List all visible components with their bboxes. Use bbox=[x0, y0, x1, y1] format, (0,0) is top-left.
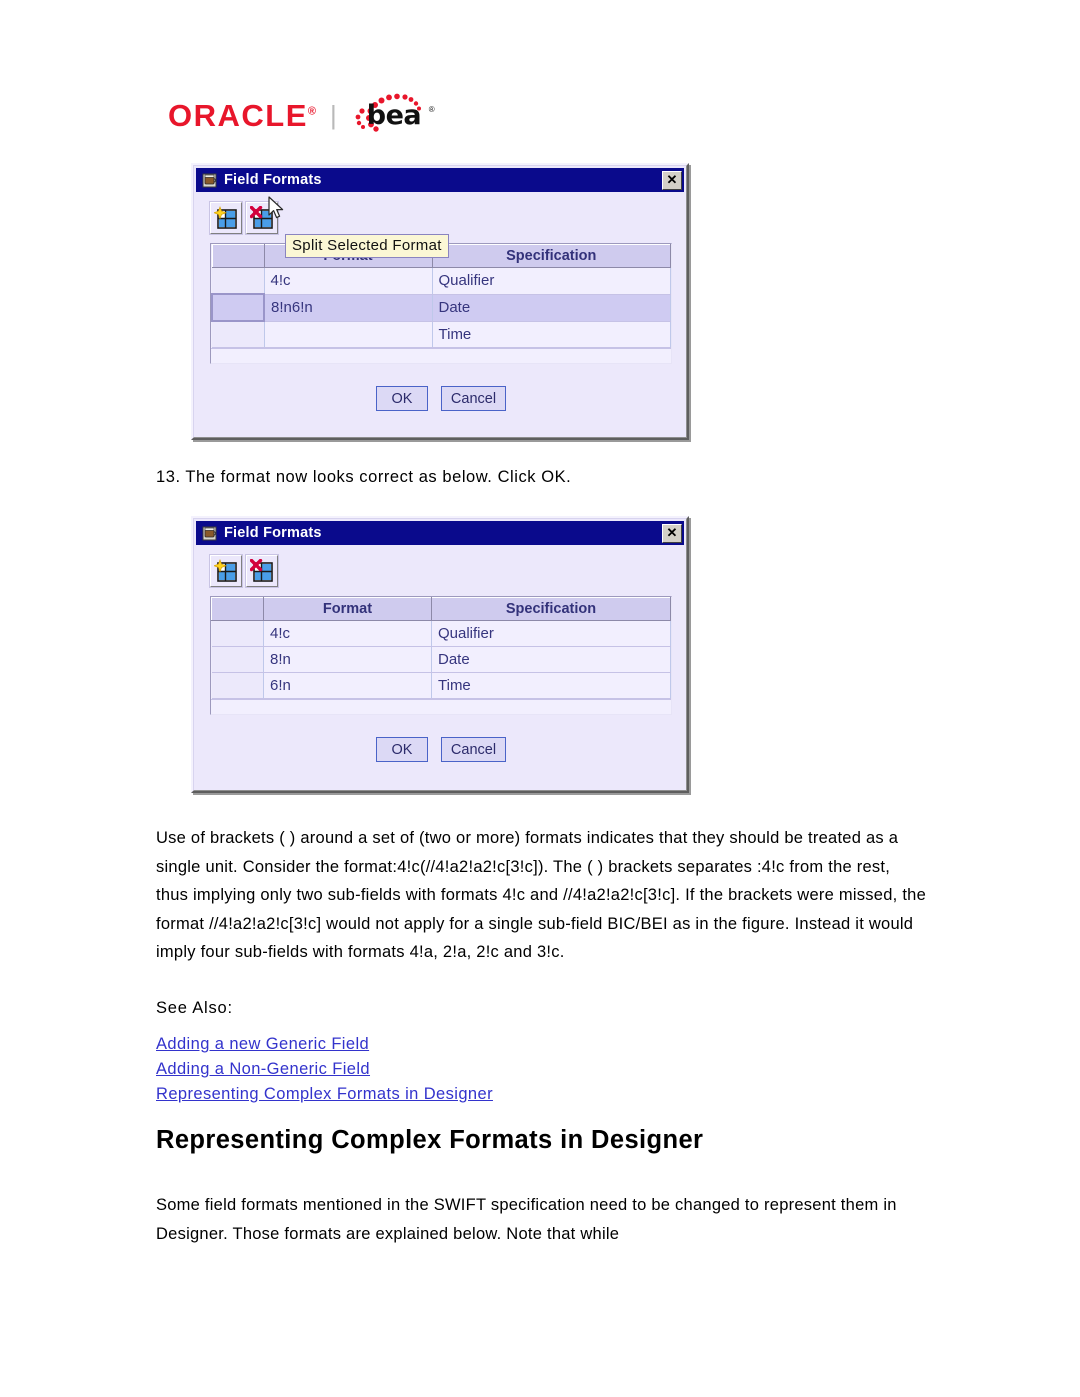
closing-paragraph: Some field formats mentioned in the SWIF… bbox=[156, 1196, 897, 1243]
merge-format-button[interactable] bbox=[209, 554, 243, 588]
field-formats-dialog-2[interactable]: Field Formats ✕ Format Specification 4!c… bbox=[191, 516, 689, 793]
dialog-button-row: OK Cancel bbox=[210, 737, 672, 762]
logo-separator: | bbox=[330, 100, 337, 130]
cell-format[interactable]: 8!n bbox=[263, 646, 432, 673]
dialog-title: Field Formats bbox=[224, 172, 322, 188]
table-header-row: Format Specification bbox=[211, 597, 671, 621]
dialog-inner-frame: Field Formats ✕ bbox=[193, 518, 687, 791]
ok-button[interactable]: OK bbox=[375, 386, 428, 411]
cancel-button[interactable]: Cancel bbox=[440, 737, 507, 762]
oracle-wordmark: ORACLE® bbox=[168, 100, 316, 131]
table-empty-area bbox=[211, 699, 671, 714]
row-selector-cell[interactable] bbox=[211, 620, 264, 647]
cancel-button[interactable]: Cancel bbox=[440, 386, 507, 411]
column-header-rownum[interactable] bbox=[211, 597, 264, 621]
grid-add-star-icon bbox=[214, 206, 237, 229]
split-format-button[interactable] bbox=[245, 554, 279, 588]
field-formats-dialog-1[interactable]: Field Formats ✕ Split Selected Format Sp… bbox=[191, 163, 689, 440]
grid-add-star-icon bbox=[214, 559, 237, 582]
ok-button[interactable]: OK bbox=[375, 737, 428, 762]
oracle-text: ORACLE bbox=[168, 97, 308, 133]
page-title: Representing Complex Formats in Designer bbox=[156, 1126, 704, 1154]
dialog-titlebar[interactable]: Field Formats ✕ bbox=[196, 521, 684, 545]
table-row[interactable]: 4!c Qualifier bbox=[211, 620, 671, 647]
grid-delete-cross-icon bbox=[250, 559, 273, 582]
dialog-titlebar[interactable]: Field Formats ✕ bbox=[196, 168, 684, 192]
dialog-toolbar: Split Selected Format bbox=[209, 196, 672, 258]
bea-text: bea bbox=[366, 100, 422, 131]
cell-specification[interactable]: Time bbox=[432, 321, 671, 348]
cell-format[interactable]: 6!n bbox=[263, 672, 432, 699]
close-icon[interactable]: ✕ bbox=[662, 523, 682, 543]
dialog-body: Split Selected Format Format Specificati… bbox=[196, 192, 684, 411]
close-icon[interactable]: ✕ bbox=[662, 170, 682, 190]
brackets-explanation-paragraph: Use of brackets ( ) around a set of (two… bbox=[156, 829, 927, 961]
row-selector-cell[interactable] bbox=[211, 672, 264, 699]
oracle-registered-mark: ® bbox=[307, 105, 316, 118]
row-selector-cell[interactable] bbox=[211, 293, 265, 322]
step-13-text: 13. The format now looks correct as belo… bbox=[156, 468, 572, 486]
java-coffee-cup-icon bbox=[201, 525, 218, 542]
dialog-toolbar bbox=[209, 554, 672, 588]
link-adding-new-generic-field[interactable]: Adding a new Generic Field bbox=[156, 1032, 493, 1057]
dialog-inner-frame: Field Formats ✕ bbox=[193, 165, 687, 438]
see-also-label: See Also: bbox=[156, 999, 233, 1017]
column-header-specification[interactable]: Specification bbox=[431, 597, 671, 621]
mouse-cursor-icon bbox=[268, 196, 284, 219]
dialog-title: Field Formats bbox=[224, 525, 322, 541]
cell-format[interactable]: 4!c bbox=[263, 620, 432, 647]
table-row[interactable]: 8!n6!n Date bbox=[211, 293, 671, 322]
bea-registered-mark: ® bbox=[428, 105, 435, 114]
row-selector-cell[interactable] bbox=[212, 321, 265, 348]
dialog-body: Format Specification 4!c Qualifier 8!n D… bbox=[196, 545, 684, 762]
see-also-links: Adding a new Generic Field Adding a Non-… bbox=[156, 1032, 493, 1107]
cell-specification[interactable]: Time bbox=[431, 672, 671, 699]
cell-specification[interactable]: Qualifier bbox=[431, 620, 671, 647]
table-row[interactable]: 8!n Date bbox=[211, 646, 671, 673]
table-row[interactable]: Time bbox=[212, 321, 671, 348]
formats-table[interactable]: Format Specification 4!c Qualifier 8!n6! bbox=[211, 244, 671, 348]
column-header-specification[interactable]: Specification bbox=[431, 244, 671, 268]
formats-table[interactable]: Format Specification 4!c Qualifier 8!n D… bbox=[211, 597, 671, 699]
table-row[interactable]: 4!c Qualifier bbox=[212, 267, 671, 295]
bea-wordmark: bea ® bbox=[349, 93, 441, 137]
cell-specification[interactable]: Date bbox=[431, 646, 671, 673]
row-selector-cell[interactable] bbox=[212, 267, 265, 295]
java-coffee-cup-icon bbox=[201, 172, 218, 189]
column-header-format[interactable]: Format bbox=[263, 597, 432, 621]
formats-table-wrapper: Format Specification 4!c Qualifier 8!n D… bbox=[210, 596, 672, 715]
oracle-bea-logo: ORACLE® | bea ® bbox=[168, 92, 441, 138]
merge-format-button[interactable] bbox=[209, 201, 243, 235]
formats-table-wrapper: Format Specification 4!c Qualifier 8!n6! bbox=[210, 243, 672, 364]
split-format-tooltip: Split Selected Format bbox=[285, 234, 449, 258]
cell-format[interactable]: 4!c bbox=[264, 267, 433, 295]
link-representing-complex-formats[interactable]: Representing Complex Formats in Designer bbox=[156, 1082, 493, 1107]
cell-format[interactable]: 8!n6!n bbox=[264, 294, 433, 322]
link-adding-non-generic-field[interactable]: Adding a Non-Generic Field bbox=[156, 1057, 493, 1082]
cell-specification[interactable]: Qualifier bbox=[432, 267, 671, 295]
table-empty-area bbox=[211, 348, 671, 363]
cell-format[interactable] bbox=[264, 321, 433, 348]
dialog-button-row: OK Cancel bbox=[210, 386, 672, 411]
column-header-rownum[interactable] bbox=[211, 244, 265, 268]
table-row[interactable]: 6!n Time bbox=[211, 672, 671, 699]
cell-specification[interactable]: Date bbox=[432, 294, 671, 322]
row-selector-cell[interactable] bbox=[211, 646, 264, 673]
